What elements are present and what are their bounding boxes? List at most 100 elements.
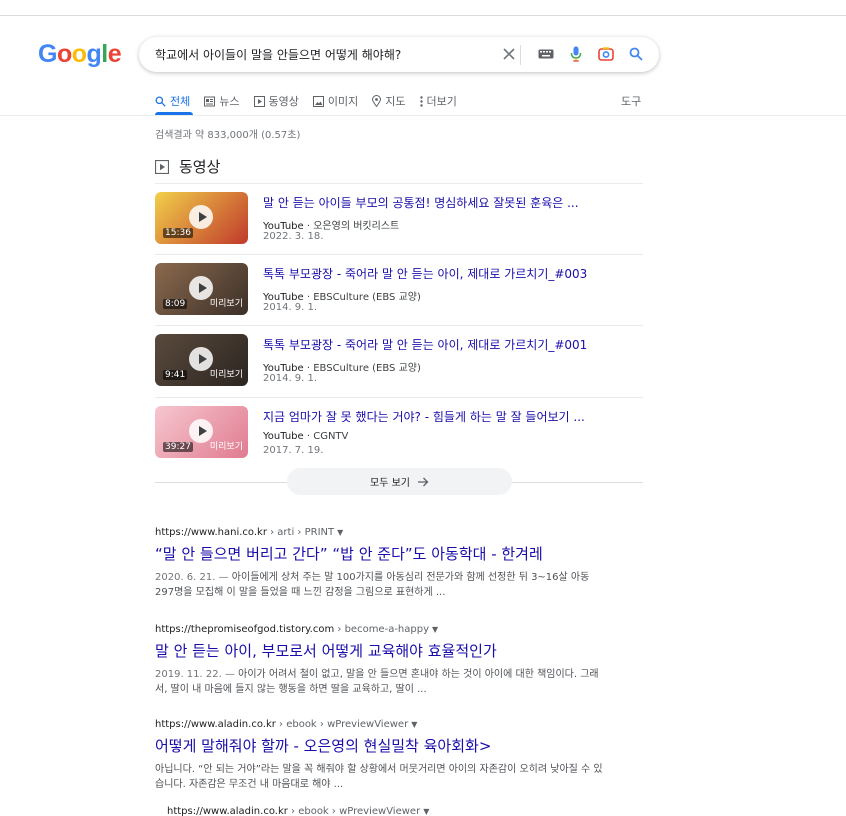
logo-text: Google — [38, 40, 122, 68]
logo-letter: o — [56, 40, 72, 68]
top-border — [0, 15, 846, 16]
result-title[interactable]: “말 안 들으면 버리고 간다” “밥 안 준다”도 아동학대 - 한겨레 — [155, 543, 615, 564]
video-thumbnail[interactable]: 15:36 — [155, 192, 248, 244]
search-result: https://thepromiseofgod.tistory.com › be… — [155, 624, 615, 697]
video-icon — [155, 159, 169, 174]
video-date: 2014. 9. 1. — [263, 302, 318, 313]
video-channel: EBSCulture (EBS 교양) — [313, 292, 421, 303]
search-icon[interactable] — [627, 45, 645, 63]
view-all-button[interactable]: 모두 보기 — [287, 468, 512, 495]
header-divider — [0, 115, 846, 116]
tab-label: 더보기 — [426, 95, 457, 108]
video-title[interactable]: 톡톡 부모광장 - 죽어라 말 안 듣는 아이, 제대로 가르치기_#001 — [263, 336, 587, 353]
news-icon — [204, 96, 216, 106]
video-thumbnail[interactable]: 8:09 미리보기 — [155, 263, 248, 315]
preview-label: 미리보기 — [209, 442, 243, 452]
video-duration: 8:09 — [163, 299, 188, 309]
result-domain: https://www.aladin.co.kr — [167, 806, 288, 816]
google-logo[interactable]: Google — [38, 40, 122, 69]
video-platform: YouTube — [263, 431, 304, 442]
video-duration: 15:36 — [163, 228, 193, 238]
video-channel: EBSCulture (EBS 교양) — [313, 363, 421, 374]
map-pin-icon — [372, 95, 382, 107]
logo-letter: g — [86, 40, 102, 68]
video-date: 2017. 7. 19. — [263, 445, 324, 456]
result-stats: 검색결과 약 833,000개 (0.57초) — [155, 130, 301, 141]
tools-button[interactable]: 도구 — [621, 93, 641, 109]
result-path: › ebook › wPreviewViewer — [275, 719, 409, 730]
microphone-icon[interactable] — [567, 45, 585, 63]
result-url[interactable]: https://www.aladin.co.kr › ebook › wPrev… — [155, 719, 615, 730]
result-path: › arti › PRINT — [266, 527, 335, 538]
snippet-text: 아닙니다. “안 되는 거야”라는 말을 꼭 해줘야 할 상황에서 머뭇거리면 … — [155, 764, 603, 790]
video-thumbnail[interactable]: 9:41 미리보기 — [155, 334, 248, 386]
video-source: YouTube · EBSCulture (EBS 교양) — [263, 292, 421, 303]
tab-all[interactable]: 전체 — [155, 92, 190, 110]
tab-news[interactable]: 뉴스 — [204, 92, 240, 110]
tab-label: 전체 — [170, 95, 191, 108]
tab-images[interactable]: 이미지 — [312, 92, 358, 110]
logo-letter: G — [38, 40, 57, 68]
video-date: 2022. 3. 18. — [263, 231, 324, 242]
tab-more[interactable]: 더보기 — [419, 92, 457, 110]
search-result: https://www.aladin.co.kr › ebook › wPrev… — [155, 719, 615, 792]
result-title[interactable]: 어떻게 말해줘야 할까 - 오은영의 현실밀착 육아회화> — [155, 735, 615, 756]
video-duration: 39:27 — [163, 442, 193, 452]
result-snippet: 2020. 6. 21. — 아이들에게 상처 주는 말 100가지를 아동심리… — [155, 570, 610, 600]
video-source: YouTube · 오은영의 버킷리스트 — [263, 221, 400, 232]
video-title[interactable]: 지금 엄마가 잘 못 했다는 거야? - 힘들게 하는 말 잘 들어보기 ... — [263, 408, 585, 425]
logo-letter: e — [107, 40, 122, 68]
result-title[interactable]: 말 안 듣는 아이, 부모로서 어떻게 교육해야 효율적인가 — [155, 640, 615, 661]
close-icon[interactable] — [500, 45, 518, 63]
result-domain: https://www.hani.co.kr — [155, 527, 267, 538]
video-date: 2014. 9. 1. — [263, 373, 318, 384]
result-domain: https://www.aladin.co.kr — [155, 719, 276, 730]
tab-videos[interactable]: 동영상 — [253, 92, 299, 110]
result-date: 2020. 6. 21. — — [155, 572, 232, 583]
video-title[interactable]: 톡톡 부모광장 - 죽어라 말 안 듣는 아이, 제대로 가르치기_#003 — [263, 265, 587, 282]
result-url[interactable]: https://www.aladin.co.kr › ebook › wPrev… — [167, 806, 627, 816]
image-icon — [312, 95, 324, 107]
camera-lens-icon[interactable] — [597, 45, 615, 63]
tab-label: 동영상 — [268, 95, 299, 108]
video-section-header: 동영상 — [155, 156, 220, 177]
video-result[interactable]: 9:41 미리보기 톡톡 부모광장 - 죽어라 말 안 듣는 아이, 제대로 가… — [155, 325, 643, 396]
video-title[interactable]: 말 안 듣는 아이들 부모의 공통점! 명심하세요 잘못된 훈육은 ... — [263, 194, 579, 211]
more-vert-icon — [419, 95, 423, 107]
search-result: https://www.hani.co.kr › arti › PRINT ▼ “… — [155, 527, 615, 600]
video-result[interactable]: 8:09 미리보기 톡톡 부모광장 - 죽어라 말 안 듣는 아이, 제대로 가… — [155, 254, 643, 325]
arrow-right-icon — [417, 477, 429, 486]
result-url[interactable]: https://thepromiseofgod.tistory.com › be… — [155, 624, 615, 635]
tab-label: 뉴스 — [219, 95, 240, 108]
preview-label: 미리보기 — [209, 370, 243, 380]
video-duration: 9:41 — [163, 370, 188, 380]
result-snippet: 아닙니다. “안 되는 거야”라는 말을 꼭 해줘야 할 상황에서 머뭇거리면 … — [155, 762, 610, 792]
video-channel: CGNTV — [313, 431, 349, 442]
caret-down-icon[interactable]: ▼ — [423, 807, 429, 816]
logo-letter: o — [71, 40, 87, 68]
search-tabs: 전체 뉴스 동영상 이미지 지도 더보기 — [155, 92, 471, 110]
video-icon — [253, 95, 265, 107]
result-url[interactable]: https://www.hani.co.kr › arti › PRINT ▼ — [155, 527, 615, 538]
search-input[interactable]: 학교에서 아이들이 말을 안들으면 어떻게 해야해? — [155, 46, 401, 63]
result-snippet: 2019. 11. 22. — 아이가 어려서 철이 없고, 말을 안 들으면 … — [155, 667, 610, 697]
result-domain: https://thepromiseofgod.tistory.com — [155, 624, 335, 635]
tab-maps[interactable]: 지도 — [372, 92, 406, 110]
keyboard-icon[interactable] — [537, 45, 555, 63]
video-channel: 오은영의 버킷리스트 — [313, 221, 400, 232]
video-result[interactable]: 15:36 말 안 듣는 아이들 부모의 공통점! 명심하세요 잘못된 훈육은 … — [155, 183, 643, 254]
caret-down-icon[interactable]: ▼ — [337, 528, 343, 537]
video-result[interactable]: 39:27 미리보기 지금 엄마가 잘 못 했다는 거야? - 힘들게 하는 말… — [155, 397, 643, 468]
view-all-label: 모두 보기 — [370, 478, 410, 489]
search-icon — [155, 96, 166, 107]
video-source: YouTube · CGNTV — [263, 431, 349, 442]
result-path: › ebook › wPreviewViewer — [287, 806, 421, 816]
video-thumbnail[interactable]: 39:27 미리보기 — [155, 406, 248, 458]
result-date: 2019. 11. 22. — — [155, 669, 239, 680]
play-icon[interactable] — [189, 205, 213, 229]
caret-down-icon[interactable]: ▼ — [411, 720, 417, 729]
caret-down-icon[interactable]: ▼ — [432, 625, 438, 634]
result-path: › become-a-happy — [334, 624, 430, 635]
search-box[interactable]: 학교에서 아이들이 말을 안들으면 어떻게 해야해? — [139, 37, 659, 72]
video-source: YouTube · EBSCulture (EBS 교양) — [263, 363, 421, 374]
